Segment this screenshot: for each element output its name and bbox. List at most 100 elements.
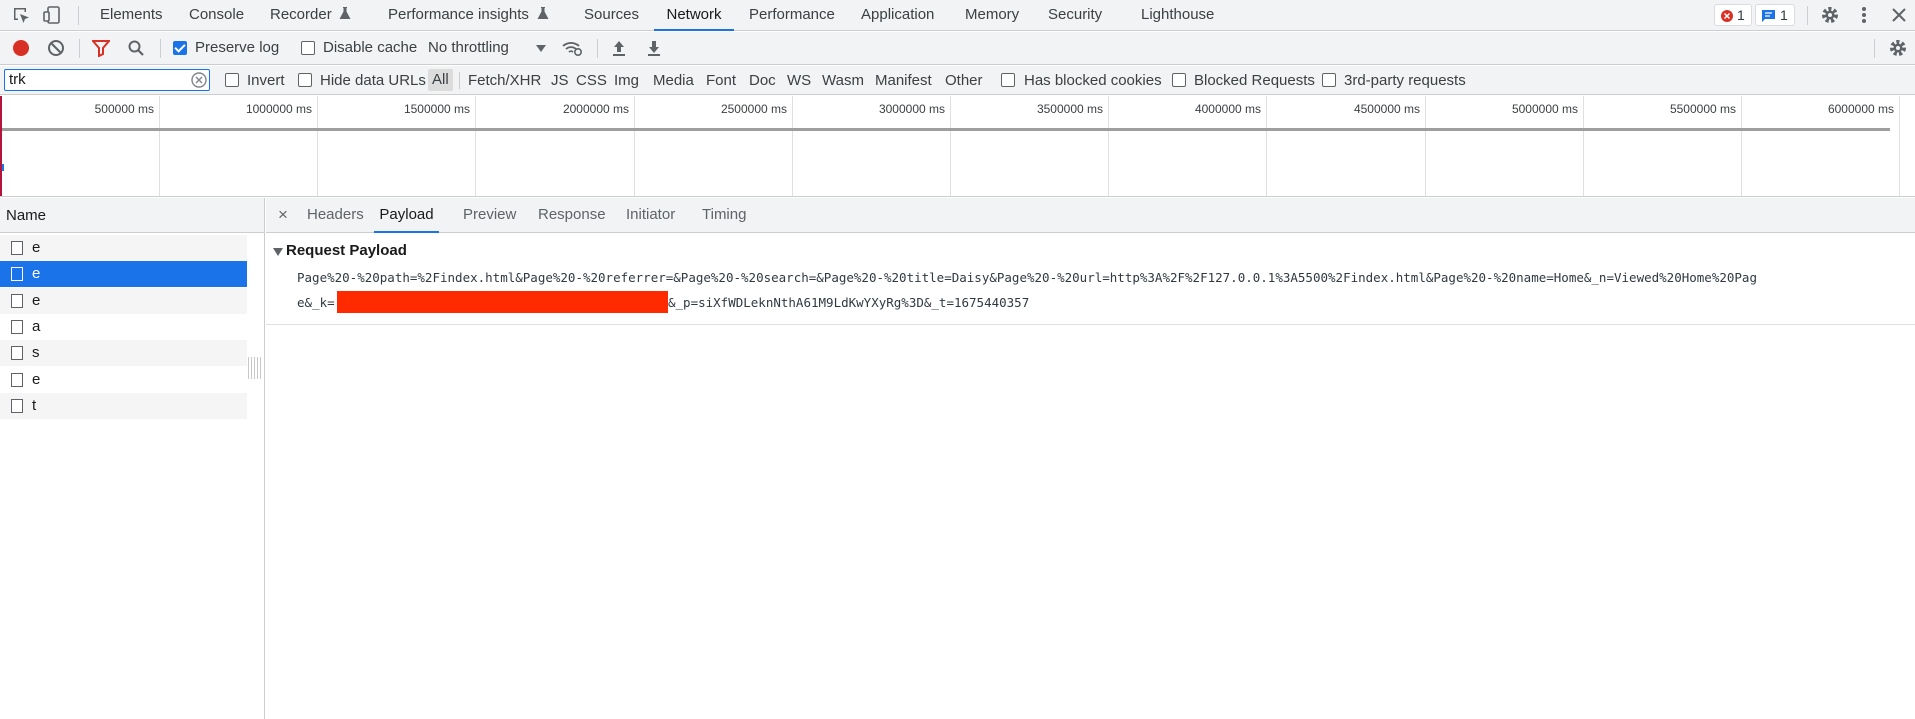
name-column-header[interactable]: Name	[0, 198, 264, 233]
timeline-tick-label: 500000 ms	[94, 102, 154, 116]
request-row[interactable]: s	[0, 340, 247, 367]
payload-line-1: Page%20-%20path=%2Findex.html&Page%20-%2…	[297, 270, 1757, 285]
type-filter-doc[interactable]: Doc	[749, 72, 776, 89]
redacted-key-block	[337, 291, 668, 313]
type-filter-manifest[interactable]: Manifest	[875, 72, 932, 89]
disable-cache-checkbox[interactable]	[301, 41, 315, 55]
blocked-requests-label[interactable]: Blocked Requests	[1194, 72, 1315, 89]
third-party-requests-label[interactable]: 3rd-party requests	[1344, 72, 1466, 89]
request-list-panel: Name eeeaset	[0, 198, 265, 719]
request-name: e	[32, 291, 41, 309]
tab-performance-insights[interactable]: Performance insights	[388, 0, 549, 31]
filter-input[interactable]: trk	[4, 69, 210, 91]
request-row[interactable]: a	[0, 314, 247, 340]
preserve-log-label[interactable]: Preserve log	[195, 39, 279, 56]
timeline-gridline	[1108, 96, 1109, 196]
tab-headers[interactable]: Headers	[307, 198, 364, 233]
document-icon	[11, 398, 23, 413]
tab-response[interactable]: Response	[538, 198, 606, 233]
tab-console[interactable]: Console	[189, 0, 244, 31]
type-filter-wasm[interactable]: Wasm	[822, 72, 864, 89]
hide-data-urls-label[interactable]: Hide data URLs	[320, 72, 426, 89]
timeline-overview[interactable]: 500000 ms 1000000 ms 1500000 ms 2000000 ms 2…	[0, 96, 1915, 197]
document-icon	[11, 241, 23, 255]
close-devtools-icon[interactable]	[1891, 7, 1907, 23]
request-row[interactable]: e	[0, 235, 247, 261]
tab-application[interactable]: Application	[861, 0, 934, 31]
type-filter-js[interactable]: JS	[551, 72, 569, 89]
document-icon	[11, 346, 23, 361]
tab-timing[interactable]: Timing	[702, 198, 746, 233]
tab-payload[interactable]: Payload	[374, 198, 439, 233]
tab-recorder[interactable]: Recorder	[270, 0, 351, 31]
request-row[interactable]: e	[0, 367, 247, 393]
tab-sources[interactable]: Sources	[584, 0, 639, 31]
import-har-icon[interactable]	[610, 39, 628, 57]
network-conditions-icon[interactable]	[561, 39, 583, 57]
clear-filter-icon[interactable]	[191, 72, 207, 88]
type-filter-media[interactable]: Media	[653, 72, 694, 89]
tab-security[interactable]: Security	[1048, 0, 1102, 31]
timeline-gridline	[1266, 96, 1267, 196]
flask-icon	[537, 7, 549, 19]
tab-network[interactable]: Network	[654, 0, 734, 31]
preserve-log-checkbox[interactable]	[173, 41, 187, 55]
network-settings-gear-icon[interactable]	[1888, 38, 1908, 58]
timeline-gridline	[475, 96, 476, 196]
type-filter-img[interactable]: Img	[614, 72, 639, 89]
tab-initiator[interactable]: Initiator	[626, 198, 675, 233]
close-detail-icon[interactable]: ×	[278, 198, 288, 233]
flask-icon	[339, 7, 351, 19]
record-icon[interactable]	[12, 39, 30, 57]
timeline-tick-label: 3500000 ms	[1036, 102, 1103, 116]
filter-input-value: trk	[9, 71, 26, 88]
invert-label[interactable]: Invert	[247, 72, 285, 89]
throttling-select[interactable]: No throttling	[426, 37, 546, 59]
column-resize-handle[interactable]	[248, 357, 262, 379]
request-payload-title[interactable]: Request Payload	[286, 242, 407, 259]
inspect-element-icon[interactable]	[12, 6, 32, 26]
blocked-requests-checkbox[interactable]	[1172, 73, 1186, 87]
clear-icon[interactable]	[47, 39, 65, 57]
settings-gear-icon[interactable]	[1820, 5, 1840, 25]
has-blocked-cookies-label[interactable]: Has blocked cookies	[1024, 72, 1162, 89]
request-bar	[2, 164, 4, 171]
type-filter-font[interactable]: Font	[706, 72, 736, 89]
third-party-requests-checkbox[interactable]	[1322, 73, 1336, 87]
error-badge[interactable]: 1	[1714, 4, 1752, 26]
timeline-gridline	[1425, 96, 1426, 196]
hide-data-urls-checkbox[interactable]	[298, 73, 312, 87]
error-icon	[1721, 10, 1733, 22]
device-toolbar-icon[interactable]	[42, 5, 62, 25]
document-icon	[11, 372, 23, 387]
tab-recorder-label: Recorder	[270, 6, 332, 23]
tab-memory[interactable]: Memory	[965, 0, 1019, 31]
invert-checkbox[interactable]	[225, 73, 239, 87]
timeline-gridline	[1583, 96, 1584, 196]
request-name: t	[32, 396, 37, 414]
request-name: s	[32, 344, 40, 362]
request-row[interactable]: e	[0, 261, 247, 288]
request-row[interactable]: e	[0, 287, 247, 314]
more-options-icon[interactable]	[1859, 5, 1869, 25]
messages-badge[interactable]: 1	[1755, 4, 1795, 26]
timeline-gridline	[159, 96, 160, 196]
tab-elements[interactable]: Elements	[100, 0, 163, 31]
type-filter-ws[interactable]: WS	[787, 72, 811, 89]
type-filter-css[interactable]: CSS	[576, 72, 607, 89]
type-filter-fetch-xhr[interactable]: Fetch/XHR	[468, 72, 541, 89]
expand-triangle-icon[interactable]	[273, 248, 283, 257]
tab-performance[interactable]: Performance	[749, 0, 835, 31]
timeline-tick-label: 1500000 ms	[403, 102, 470, 116]
disable-cache-label[interactable]: Disable cache	[323, 39, 417, 56]
has-blocked-cookies-checkbox[interactable]	[1001, 73, 1015, 87]
request-name: e	[32, 265, 41, 283]
filter-icon[interactable]	[90, 39, 112, 58]
type-filter-other[interactable]: Other	[945, 72, 983, 89]
search-icon[interactable]	[127, 39, 145, 57]
tab-preview[interactable]: Preview	[463, 198, 516, 233]
export-har-icon[interactable]	[645, 39, 663, 57]
tab-lighthouse[interactable]: Lighthouse	[1141, 0, 1214, 31]
type-filter-all[interactable]: All	[428, 69, 453, 91]
request-row[interactable]: t	[0, 392, 247, 419]
